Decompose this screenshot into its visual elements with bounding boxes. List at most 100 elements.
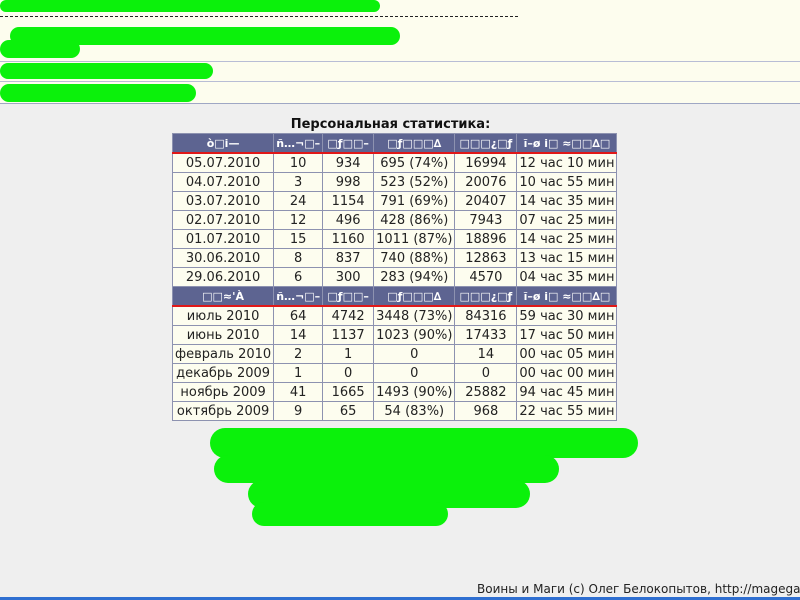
- table-row: 05.07.2010 10 934 695 (74%) 16994 12 час 10 м…: [171, 152, 618, 173]
- table-cell: 0: [454, 363, 518, 383]
- table-row: февраль 2010 2 1 0 14 00 час 05 мин: [171, 344, 618, 364]
- table-cell: 523 (52%): [373, 172, 456, 192]
- table-cell: 22 час 55 мин: [516, 401, 618, 421]
- table-row: 02.07.2010 12 496 428 (86%) 7943 07 час 25 ми…: [171, 210, 618, 230]
- copyright-footer: Воины и Маги (c) Олег Белокопытов, http:…: [477, 582, 800, 596]
- table-cell: 1154: [322, 191, 375, 211]
- table-cell: 54 (83%): [373, 401, 456, 421]
- stats-title: Персональная статистика:: [290, 117, 491, 132]
- panel-divider: [0, 81, 800, 82]
- dashed-divider: [0, 16, 518, 17]
- table-row: июль 2010 64 4742 3448 (73%) 84316 59 час 30 …: [171, 305, 618, 326]
- column-header: □□□¿□ƒ: [454, 286, 518, 307]
- table-cell: 1: [322, 344, 375, 364]
- redaction-scribble: [252, 502, 448, 526]
- top-info-panel: [0, 0, 800, 104]
- panel-divider: [0, 61, 800, 62]
- table-cell: 740 (88%): [373, 248, 456, 268]
- table-cell: ноябрь 2009: [171, 382, 275, 402]
- table-cell: 16994: [454, 152, 518, 173]
- table-cell: 65: [322, 401, 375, 421]
- table-cell: 14: [454, 344, 518, 364]
- table-cell: 15: [273, 229, 324, 249]
- column-header: ò□i—: [171, 133, 275, 154]
- table-cell: 998: [322, 172, 375, 192]
- table-cell: октябрь 2009: [171, 401, 275, 421]
- table-cell: июнь 2010: [171, 325, 275, 345]
- table-cell: 10: [273, 152, 324, 173]
- table-cell: февраль 2010: [171, 344, 275, 364]
- table-cell: 7943: [454, 210, 518, 230]
- table-cell: 25882: [454, 382, 518, 402]
- table-cell: 14 час 35 мин: [516, 191, 618, 211]
- table-cell: 9: [273, 401, 324, 421]
- table-cell: 01.07.2010: [171, 229, 275, 249]
- column-header: □□□¿□ƒ: [454, 133, 518, 154]
- table-row: 29.06.2010 6 300 283 (94%) 4570 04 час 35 мин: [171, 267, 618, 287]
- redaction-scribble: [214, 455, 559, 483]
- table-cell: 4742: [322, 305, 375, 326]
- table-cell: 41: [273, 382, 324, 402]
- table-cell: 29.06.2010: [171, 267, 275, 287]
- table-cell: 14: [273, 325, 324, 345]
- table-cell: 1160: [322, 229, 375, 249]
- table-row: октябрь 2009 9 65 54 (83%) 968 22 час 55 мин: [171, 401, 618, 421]
- table-cell: 3448 (73%): [373, 305, 456, 326]
- table-cell: 428 (86%): [373, 210, 456, 230]
- table-cell: 20407: [454, 191, 518, 211]
- table-cell: 00 час 05 мин: [516, 344, 618, 364]
- column-header: □□≈'À: [171, 286, 275, 307]
- column-header: ĩ–ø i□ ≈□□∆□: [516, 133, 618, 154]
- table-cell: 2: [273, 344, 324, 364]
- table-cell: 12863: [454, 248, 518, 268]
- table-cell: 02.07.2010: [171, 210, 275, 230]
- redaction-scribble: [0, 0, 380, 12]
- table-cell: 6: [273, 267, 324, 287]
- redaction-scribble: [0, 63, 213, 79]
- table-cell: 24: [273, 191, 324, 211]
- table-cell: 968: [454, 401, 518, 421]
- table-cell: 64: [273, 305, 324, 326]
- table-cell: 07 час 25 мин: [516, 210, 618, 230]
- table-cell: 496: [322, 210, 375, 230]
- table-cell: 0: [322, 363, 375, 383]
- table-row: 03.07.2010 24 1154 791 (69%) 20407 14 час 35 …: [171, 191, 618, 211]
- table-cell: 00 час 00 мин: [516, 363, 618, 383]
- redaction-scribble: [0, 84, 196, 102]
- table-cell: 1011 (87%): [373, 229, 456, 249]
- table-row: 30.06.2010 8 837 740 (88%) 12863 13 час 15 ми…: [171, 248, 618, 268]
- table-cell: 934: [322, 152, 375, 173]
- table-cell: 791 (69%): [373, 191, 456, 211]
- table-cell: 1665: [322, 382, 375, 402]
- table-cell: 695 (74%): [373, 152, 456, 173]
- table-cell: 0: [373, 363, 456, 383]
- column-header: □ƒ□□□∆: [373, 133, 456, 154]
- column-header: □ƒ□□–: [322, 286, 375, 307]
- table-cell: 04.07.2010: [171, 172, 275, 192]
- table-cell: июль 2010: [171, 305, 275, 326]
- table-cell: 3: [273, 172, 324, 192]
- column-header: □ƒ□□□∆: [373, 286, 456, 307]
- table-cell: 05.07.2010: [171, 152, 275, 173]
- table-cell: 03.07.2010: [171, 191, 275, 211]
- table-cell: 1023 (90%): [373, 325, 456, 345]
- table-cell: 1137: [322, 325, 375, 345]
- column-header: ñ…¬□–: [273, 133, 324, 154]
- table-cell: 1493 (90%): [373, 382, 456, 402]
- table-cell: 0: [373, 344, 456, 364]
- stats-table: ò□i— ñ…¬□– □ƒ□□– □ƒ□□□∆ □□□¿□ƒ ĩ–ø i□ ≈□□∆□ 05…: [171, 133, 618, 421]
- table-cell: 59 час 30 мин: [516, 305, 618, 326]
- table-cell: 300: [322, 267, 375, 287]
- redaction-scribble: [0, 40, 80, 58]
- column-header: ĩ–ø i□ ≈□□∆□: [516, 286, 618, 307]
- table-cell: 12: [273, 210, 324, 230]
- table-cell: 84316: [454, 305, 518, 326]
- column-header: ñ…¬□–: [273, 286, 324, 307]
- column-header: □ƒ□□–: [322, 133, 375, 154]
- table-cell: 14 час 25 мин: [516, 229, 618, 249]
- daily-header-row: ò□i— ñ…¬□– □ƒ□□– □ƒ□□□∆ □□□¿□ƒ ĩ–ø i□ ≈□□∆□: [171, 133, 618, 154]
- table-row: июнь 2010 14 1137 1023 (90%) 17433 17 час 50 …: [171, 325, 618, 345]
- table-cell: 8: [273, 248, 324, 268]
- table-cell: 4570: [454, 267, 518, 287]
- table-cell: 10 час 55 мин: [516, 172, 618, 192]
